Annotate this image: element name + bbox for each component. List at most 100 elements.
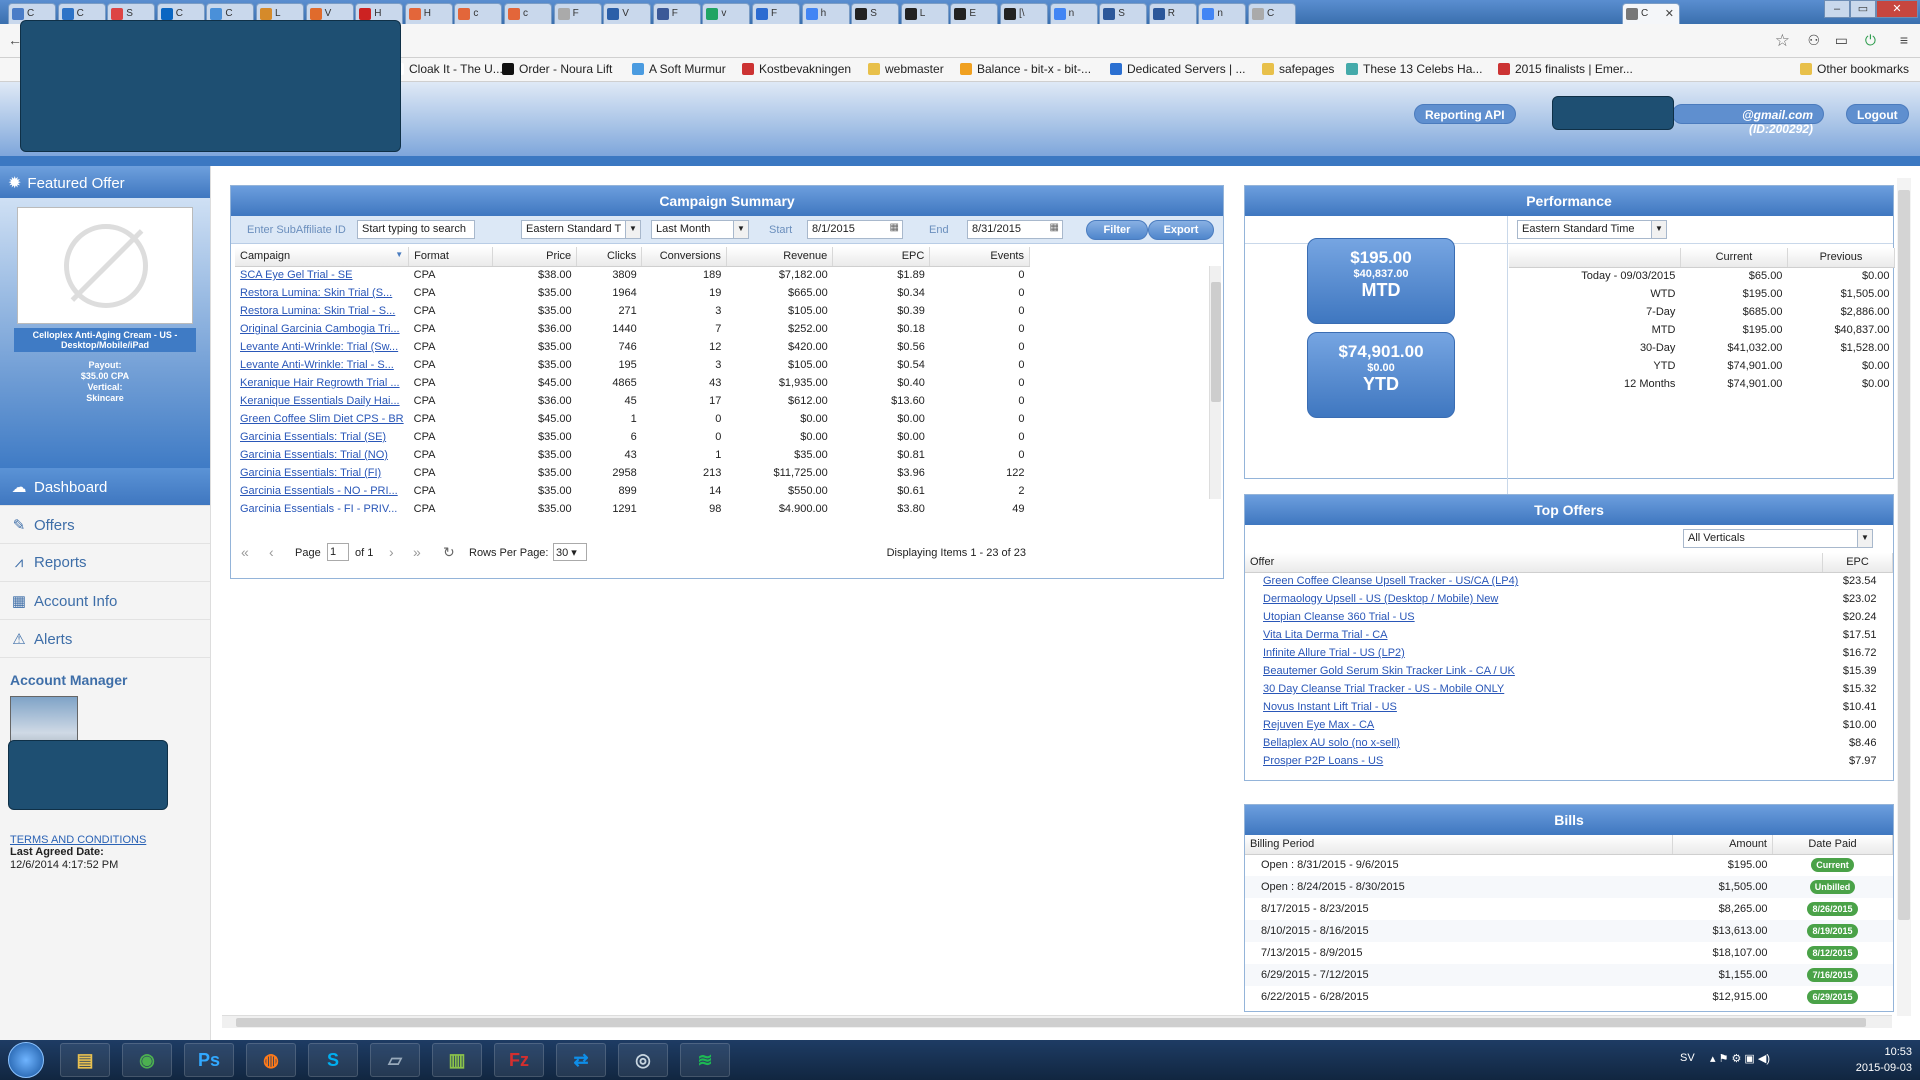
menu-icon[interactable]: ≡ <box>1900 32 1908 48</box>
spotify-icon[interactable]: ≋ <box>680 1043 730 1077</box>
table-row[interactable]: 8/10/2015 - 8/16/2015 $13,613.00 8/19/2015 <box>1245 920 1893 942</box>
system-clock[interactable]: 10:53 2015-09-03 <box>1856 1044 1912 1076</box>
browser-tab[interactable]: F <box>652 3 701 24</box>
browser-tab[interactable]: V <box>603 3 652 24</box>
table-row[interactable]: 6/22/2015 - 6/28/2015 $12,915.00 6/29/2015 <box>1245 986 1893 1008</box>
calendar-icon[interactable]: ▦ <box>1050 222 1059 233</box>
table-row[interactable]: 8/17/2015 - 8/23/2015 $8,265.00 8/26/2015 <box>1245 898 1893 920</box>
sidebar-item-offers[interactable]: ✎ Offers <box>0 506 210 544</box>
table-row[interactable]: SCA Eye Gel Trial - SE CPA $38.00 3809 189 $7… <box>235 266 1030 284</box>
table-row[interactable]: 6/29/2015 - 7/12/2015 $1,155.00 7/16/2015 <box>1245 964 1893 986</box>
tray-icons[interactable]: ▴ ⚑ ⚙ ▣ ◀) <box>1710 1052 1770 1065</box>
browser-tab[interactable]: L <box>900 3 949 24</box>
campaign-link[interactable]: Garcinia Essentials - NO - PRI... <box>240 485 398 497</box>
campaign-link[interactable]: Restora Lumina: Skin Trial (S... <box>240 287 392 299</box>
top-offers-column-header[interactable]: Offer <box>1245 553 1823 573</box>
first-page-icon[interactable]: « <box>241 544 249 560</box>
top-offers-column-header[interactable]: EPC <box>1822 553 1893 573</box>
prev-page-icon[interactable]: ‹ <box>269 544 274 560</box>
filter-button[interactable]: Filter <box>1086 220 1148 240</box>
table-row[interactable]: Open : 8/24/2015 - 8/30/2015 $1,505.00 Unb… <box>1245 876 1893 898</box>
campaign-link[interactable]: Garcinia Essentials: Trial (SE) <box>240 431 386 443</box>
table-row[interactable]: Garcinia Essentials: Trial (SE) CPA $35.00… <box>235 428 1030 446</box>
skype-icon[interactable]: S <box>308 1043 358 1077</box>
campaign-link[interactable]: Keranique Hair Regrowth Trial ... <box>240 377 400 389</box>
bookmark-item[interactable]: 2015 finalists | Emer... <box>1498 62 1633 76</box>
table-row[interactable]: Restora Lumina: Skin Trial - S... CPA $35.… <box>235 302 1030 320</box>
bookmark-item[interactable]: Balance - bit-x - bit-... <box>960 62 1091 76</box>
photoshop-icon[interactable]: Ps <box>184 1043 234 1077</box>
browser-tab[interactable]: h <box>801 3 850 24</box>
column-header-clicks[interactable]: Clicks <box>576 247 643 267</box>
featured-offer-card[interactable]: Celloplex Anti-Aging Cream - US - Deskto… <box>0 198 210 468</box>
steam-icon[interactable]: ◎ <box>618 1043 668 1077</box>
list-item[interactable]: Novus Instant Lift Trial - US $10.41 <box>1245 698 1893 716</box>
export-button[interactable]: Export <box>1148 220 1214 240</box>
scrollbar-thumb[interactable] <box>236 1018 1866 1027</box>
browser-tab[interactable]: H <box>404 3 453 24</box>
table-row[interactable]: Original Garcinia Cambogia Tri... CPA $36.… <box>235 320 1030 338</box>
browser-tab[interactable]: F <box>553 3 602 24</box>
performance-timezone-select[interactable]: Eastern Standard Time ▼ <box>1517 220 1667 239</box>
browser-tab[interactable]: c <box>504 3 552 24</box>
start-date-input[interactable]: 8/1/2015 ▦ <box>807 220 903 239</box>
sidebar-item-account-info[interactable]: ▦ Account Info <box>0 582 210 620</box>
rows-per-page-select[interactable]: 30 ▾ <box>553 543 587 561</box>
glasses-extension-icon[interactable]: ⚇ <box>1807 32 1820 49</box>
date-range-select[interactable]: Last Month ▼ <box>651 220 749 239</box>
campaign-link[interactable]: Restora Lumina: Skin Trial - S... <box>240 305 395 317</box>
list-item[interactable]: Green Coffee Cleanse Upsell Tracker - US… <box>1245 572 1893 590</box>
campaign-link[interactable]: Levante Anti-Wrinkle: Trial (Sw... <box>240 341 398 353</box>
bookmark-star-icon[interactable]: ☆ <box>1775 31 1790 51</box>
campaign-table-scrollbar[interactable] <box>1209 266 1221 499</box>
last-page-icon[interactable]: » <box>413 544 421 560</box>
maximize-button[interactable]: ▭ <box>1850 0 1876 18</box>
offer-link[interactable]: Novus Instant Lift Trial - US <box>1263 701 1397 713</box>
table-row[interactable]: Keranique Essentials Daily Hai... CPA $36.… <box>235 392 1030 410</box>
filezilla-icon[interactable]: Fz <box>494 1043 544 1077</box>
list-item[interactable]: Vita Lita Derma Trial - CA $17.51 <box>1245 626 1893 644</box>
table-row[interactable]: Garcinia Essentials: Trial (NO) CPA $35.00… <box>235 446 1030 464</box>
offer-link[interactable]: Rejuven Eye Max - CA <box>1263 719 1374 731</box>
start-button[interactable] <box>8 1042 44 1078</box>
table-row[interactable]: Garcinia Essentials - NO - PRI... CPA $35.… <box>235 482 1030 500</box>
table-row[interactable]: Levante Anti-Wrinkle: Trial (Sw... CPA $35… <box>235 338 1030 356</box>
offer-image-placeholder[interactable] <box>17 207 193 324</box>
timezone-select[interactable]: Eastern Standard T ▼ <box>521 220 641 239</box>
column-header-campaign[interactable]: Campaign ▼ <box>235 247 410 267</box>
bills-column-header[interactable]: Billing Period <box>1245 835 1673 855</box>
bills-column-header[interactable]: Amount <box>1672 835 1773 855</box>
sort-icon[interactable]: ▼ <box>395 250 403 259</box>
bookmark-item[interactable]: A Soft Murmur <box>632 62 726 76</box>
mtd-tile[interactable]: $195.00 $40,837.00 MTD <box>1307 238 1455 324</box>
chrome-icon[interactable]: ◉ <box>122 1043 172 1077</box>
table-row[interactable]: 7/13/2015 - 8/9/2015 $18,107.00 8/12/2015 <box>1245 942 1893 964</box>
browser-tab[interactable]: S <box>1099 3 1148 24</box>
bookmark-item[interactable]: Order - Noura Lift <box>502 62 612 76</box>
campaign-link[interactable]: Garcinia Essentials: Trial (NO) <box>240 449 388 461</box>
language-indicator[interactable]: SV <box>1680 1052 1695 1064</box>
table-row[interactable]: Keranique Hair Regrowth Trial ... CPA $45.… <box>235 374 1030 392</box>
page-vertical-scrollbar[interactable] <box>1897 178 1911 1016</box>
list-item[interactable]: Rejuven Eye Max - CA $10.00 <box>1245 716 1893 734</box>
offer-link[interactable]: Vita Lita Derma Trial - CA <box>1263 629 1388 641</box>
page-horizontal-scrollbar[interactable] <box>222 1015 1892 1028</box>
browser-tab[interactable]: E <box>950 3 999 24</box>
campaign-link[interactable]: Garcinia Essentials: Trial (FI) <box>240 467 381 479</box>
offer-link[interactable]: Infinite Allure Trial - US (LP2) <box>1263 647 1405 659</box>
explorer-icon[interactable]: ▤ <box>60 1043 110 1077</box>
list-item[interactable]: Prosper P2P Loans - US $7.97 <box>1245 752 1893 770</box>
teamviewer-icon[interactable]: ⇄ <box>556 1043 606 1077</box>
next-page-icon[interactable]: › <box>389 544 394 560</box>
minimize-button[interactable]: – <box>1824 0 1850 18</box>
campaign-link[interactable]: Keranique Essentials Daily Hai... <box>240 395 400 407</box>
offer-link[interactable]: Beautemer Gold Serum Skin Tracker Link -… <box>1263 665 1515 677</box>
column-header-revenue[interactable]: Revenue <box>726 247 834 267</box>
browser-tab[interactable]: v <box>702 3 751 24</box>
list-item[interactable]: Dermaology Upsell - US (Desktop / Mobile… <box>1245 590 1893 608</box>
column-header-format[interactable]: Format <box>408 247 494 267</box>
table-row[interactable]: Restora Lumina: Skin Trial (S... CPA $35.0… <box>235 284 1030 302</box>
extension-icon[interactable]: ⏻ <box>1865 32 1876 49</box>
other-bookmarks[interactable]: Other bookmarks <box>1800 62 1909 76</box>
campaign-link[interactable]: SCA Eye Gel Trial - SE <box>240 269 352 281</box>
